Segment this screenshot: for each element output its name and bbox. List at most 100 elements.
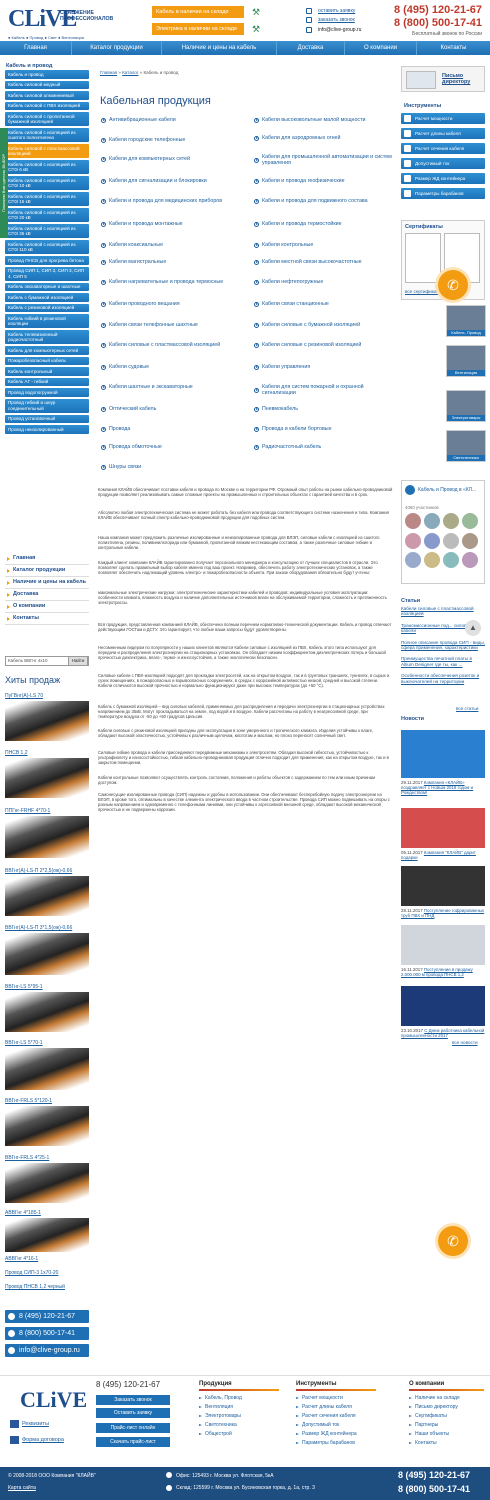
news-image[interactable] [401, 866, 485, 906]
tool-link[interactable]: Параметры барабанов [401, 188, 485, 199]
ad-banner[interactable]: Кабель, Провод [446, 305, 486, 337]
sidebar-item[interactable]: Провод ПНСВ для прогрева бетона [5, 256, 89, 265]
category-link[interactable]: Кабели судовые [101, 364, 241, 370]
category-link[interactable]: Кабели нагревательные и провода термосны… [101, 279, 241, 285]
cable-image[interactable] [5, 816, 89, 858]
footer-link[interactable]: Расчет сечения кабеля [296, 1412, 357, 1421]
tool-link[interactable]: Расчет сечения кабеля [401, 143, 485, 154]
hit-name[interactable]: Провод СИП-3 1х70-20 [5, 1270, 89, 1276]
request-link[interactable]: оставить заявку [318, 8, 355, 14]
nav-delivery[interactable]: Доставка [277, 41, 345, 55]
category-link[interactable]: Кабели связи станционные [254, 301, 394, 307]
director-letter-banner[interactable]: Письмо директору [401, 66, 485, 92]
category-link[interactable]: Кабели местной связи высокочастотные [254, 259, 394, 265]
nav-stock-prices[interactable]: Наличие и цены на кабель [162, 41, 277, 55]
hit-item[interactable]: Провод СИП-3 1х70-20 [5, 1270, 89, 1276]
hit-name[interactable]: ПуГВнг(А)-LS 70 [5, 693, 89, 699]
tool-link[interactable]: Расчет мощности [401, 113, 485, 124]
sidebar-item[interactable]: Кабель силовой медный [5, 80, 89, 89]
hit-item[interactable]: ПуГВнг(А)-LS 70 [5, 693, 89, 741]
footer-link[interactable]: Вентиляция [199, 1403, 242, 1412]
nav-home[interactable]: Главная [0, 41, 72, 55]
category-link[interactable]: Кабели и провода термостойкие [254, 221, 394, 227]
category-link[interactable]: Кабели городские телефонные [101, 137, 241, 143]
sidebar-item[interactable]: Кабель силовой с изоляцией из СПЭ 110 кВ [5, 240, 89, 254]
sidebar-item[interactable]: Кабель силовой с изоляцией из СПЭ 6 кВ [5, 160, 89, 174]
hit-name[interactable]: Провод ПНСВ 1,2 черный [5, 1284, 89, 1290]
sidebar-link[interactable]: Контакты [5, 613, 89, 625]
footer-link[interactable]: Параметры барабанов [296, 1439, 357, 1448]
sidebar-link[interactable]: Каталог продукции [5, 565, 89, 577]
sidebar-item[interactable]: Кабель экскаваторные и шахтные [5, 282, 89, 291]
hit-item[interactable]: Провод ПНСВ 1,2 черный [5, 1284, 89, 1290]
category-link[interactable]: Кабели для систем пожарной и охранной си… [254, 384, 394, 396]
footer-callback-button[interactable]: Заказать звонок [96, 1395, 170, 1405]
category-link[interactable]: Кабели силовые с бумажной изоляцией [254, 322, 394, 328]
category-link[interactable]: Кабели проводного вещания [101, 301, 241, 307]
sidebar-item[interactable]: Пожаробезопасный кабель [5, 356, 89, 365]
tool-link[interactable]: Допустимый ток [401, 158, 485, 169]
cable-image[interactable] [5, 1163, 89, 1203]
category-link[interactable]: Кабели связи телефонные шахтные [101, 322, 241, 328]
cable-image[interactable] [5, 1218, 89, 1252]
category-link[interactable]: Провода и кабели бортовые [254, 426, 394, 432]
ad-banner[interactable]: Вентиляция [446, 345, 486, 377]
footer-link[interactable]: Кабель, Провод [199, 1394, 242, 1403]
sidebar-email[interactable]: info@clive-group.ru [5, 1344, 89, 1357]
sidebar-item[interactable]: Кабель силовой с пропитанной бумажной из… [5, 112, 89, 126]
all-news-link[interactable]: все новости [452, 1040, 478, 1045]
member-avatar[interactable] [443, 513, 459, 529]
nav-contacts[interactable]: Контакты [417, 41, 490, 55]
news-image[interactable] [401, 986, 485, 1026]
all-articles-link[interactable]: все статьи [456, 706, 478, 711]
cable-image[interactable] [5, 1106, 89, 1146]
hit-item[interactable]: АВВГнг 4*185-1 [5, 1210, 89, 1252]
cable-image[interactable] [5, 933, 89, 975]
category-link[interactable]: Кабели и провода для медицинских приборо… [101, 198, 241, 204]
footer-link[interactable]: Письмо директору [409, 1403, 460, 1412]
member-avatar[interactable] [443, 552, 459, 569]
search-button[interactable]: Найти [68, 656, 88, 666]
member-avatar[interactable] [462, 513, 478, 529]
sidebar-item[interactable]: Кабель с бумажной изоляцией [5, 293, 89, 302]
member-avatar[interactable] [424, 552, 440, 569]
cable-stock-button[interactable]: Кабель в наличии на складе [152, 6, 244, 18]
category-link[interactable]: Кабели и провода для подвижного состава [254, 198, 394, 204]
footer-pricelist-online-button[interactable]: Прайс-лист онлайн [96, 1423, 170, 1433]
footer-link[interactable]: Электротовары [199, 1412, 242, 1421]
cable-image[interactable] [5, 992, 89, 1032]
ad-banner[interactable]: Светотехника [446, 430, 486, 462]
sidebar-item[interactable]: Кабель силовой с изоляцией из СПЭ 10 кВ [5, 176, 89, 190]
article-link[interactable]: Преимущества печатной платы в Altium Des… [401, 656, 485, 667]
hit-item[interactable]: ВВГнг-LS 5*95-1 [5, 984, 89, 1032]
hit-item[interactable]: ВВГнг(А)-LS-П 3*1,5(ож)-0,66 [5, 925, 89, 975]
electric-stock-button[interactable]: Электрика в наличии на складе [152, 23, 244, 35]
call-float-button[interactable]: ✆ [438, 270, 468, 300]
footer-link[interactable]: Наши объекты [409, 1430, 460, 1439]
category-link[interactable]: Кабели управления [254, 364, 394, 370]
nav-about[interactable]: О компании [345, 41, 417, 55]
footer-link[interactable]: Расчет мощности [296, 1394, 357, 1403]
site-logo[interactable]: CLiVE Снабжение профессионалов ● Кабель … [8, 6, 148, 40]
footer-link[interactable]: Общестрой [199, 1430, 242, 1439]
member-avatar[interactable] [443, 532, 459, 549]
category-link[interactable]: Кабели коаксиальные [101, 242, 241, 248]
footer-link[interactable]: Размер ЖД контейнера [296, 1430, 357, 1439]
sidebar-item[interactable]: Кабель контрольный [5, 367, 89, 376]
category-link[interactable]: Кабели и провода геофизические [254, 178, 394, 184]
contract-link[interactable]: Форма договора [10, 1436, 64, 1444]
cable-image[interactable] [5, 701, 89, 741]
sidebar-item[interactable]: Провод неизолированный [5, 425, 89, 434]
sidebar-item[interactable]: Кабель силовой с изоляцией из СПЭ 20 кВ [5, 208, 89, 222]
category-link[interactable]: Провода обмоточные [101, 444, 241, 450]
hit-name[interactable]: АВВГнг 4*185-1 [5, 1210, 89, 1216]
scroll-up-icon[interactable]: ▲ [465, 620, 481, 636]
hit-name[interactable]: ВВГнг-FRLS 4*25-1 [5, 1155, 89, 1161]
footer-link[interactable]: Светотехника [199, 1421, 242, 1430]
sidebar-link[interactable]: Доставка [5, 589, 89, 601]
category-link[interactable]: Кабели магистральные [101, 259, 241, 265]
cable-image[interactable] [5, 758, 89, 798]
sidebar-item[interactable]: Провод установочный [5, 414, 89, 423]
nav-catalog[interactable]: Каталог продукции [72, 41, 162, 55]
sidebar-link[interactable]: О компании [5, 601, 89, 613]
